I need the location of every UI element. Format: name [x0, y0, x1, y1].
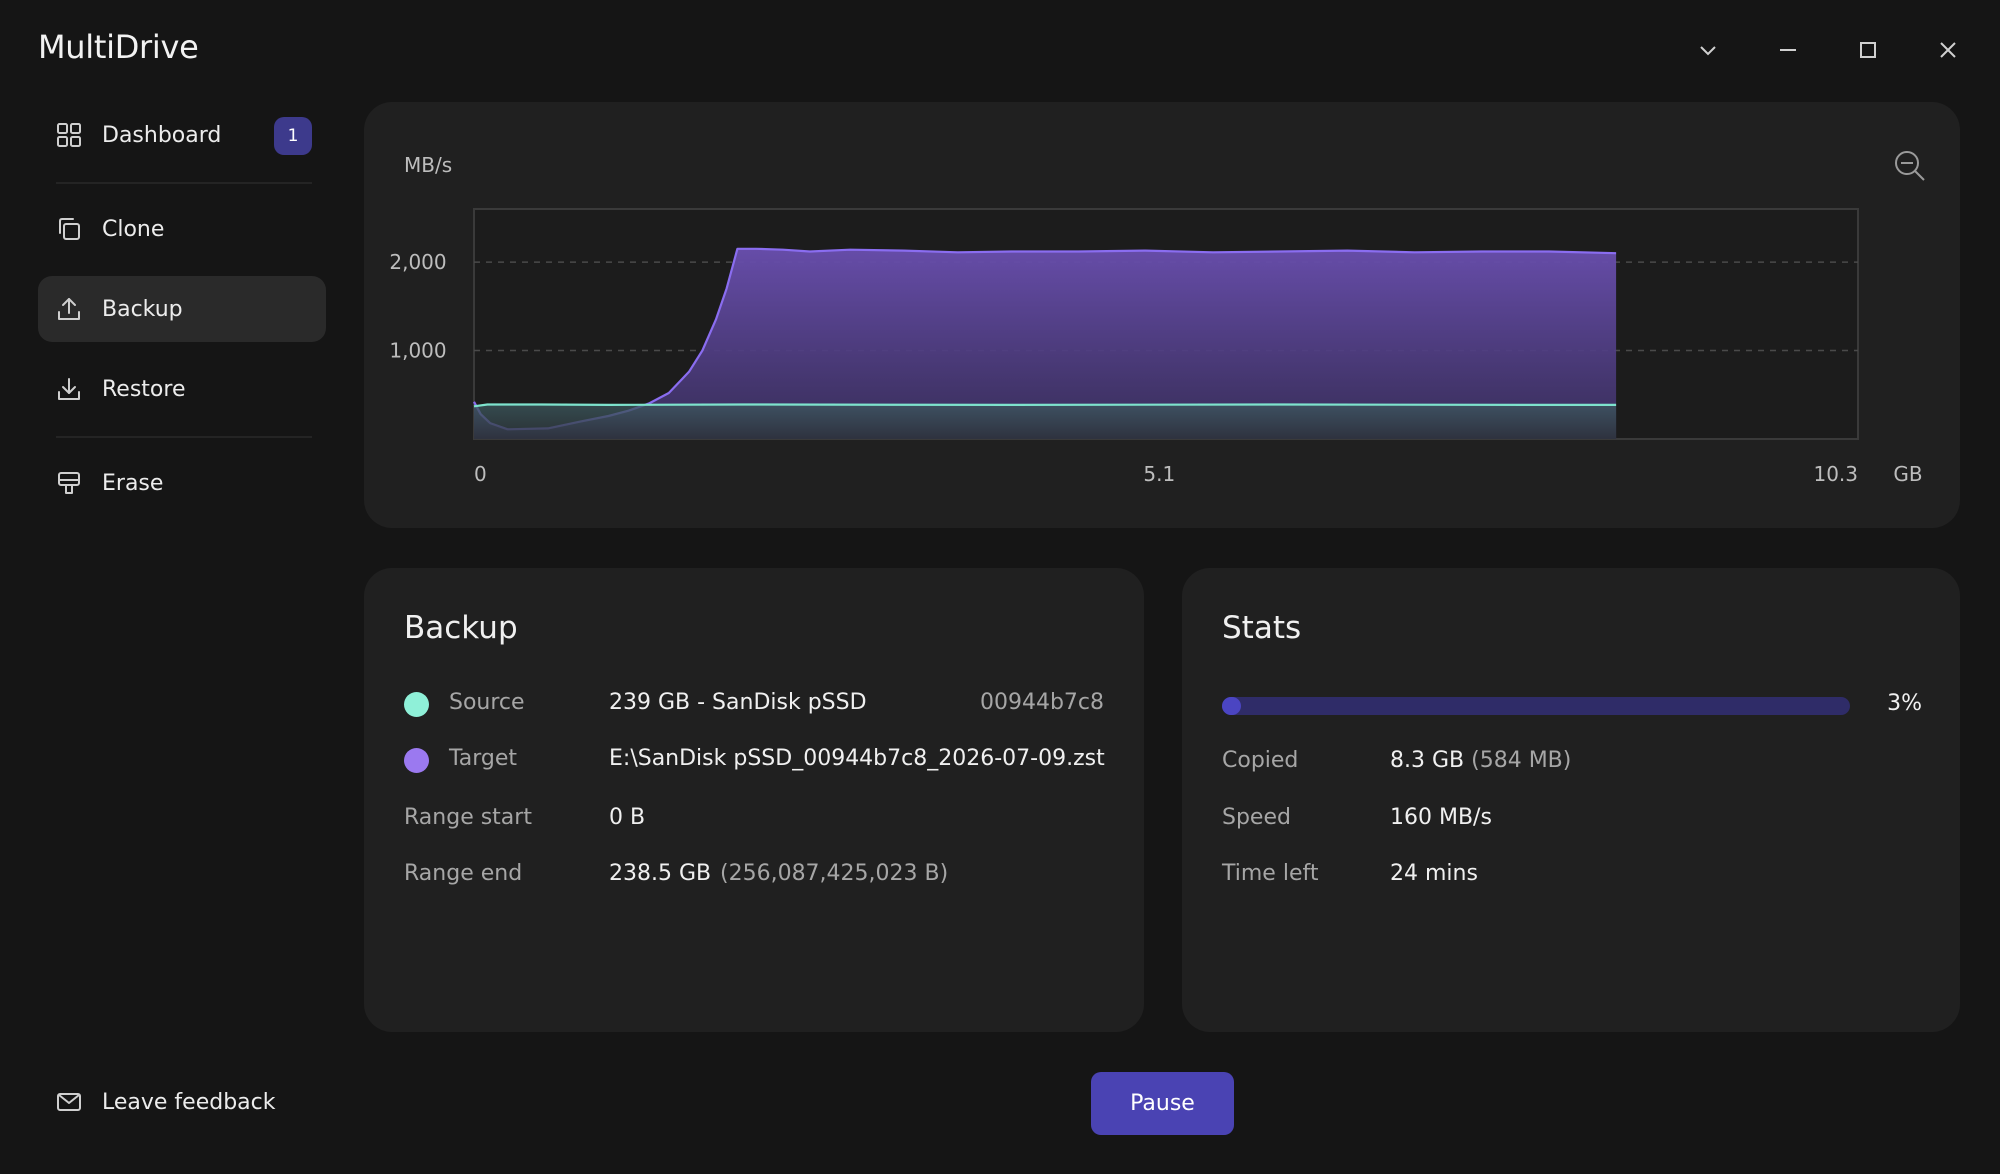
y-tick-label: 2,000 [389, 250, 446, 274]
dashboard-badge: 1 [274, 117, 312, 155]
backup-title: Backup [404, 610, 518, 646]
range-end-bytes: (256,087,425,023 B) [720, 861, 949, 886]
speed-value: 160 MB/s [1390, 805, 1492, 830]
source-dot [404, 692, 429, 717]
progress-fill [1222, 697, 1241, 715]
x-tick-label: 0 [474, 462, 487, 486]
close-icon[interactable] [1928, 30, 1968, 70]
dashboard-icon [54, 120, 84, 150]
sidebar-item-label: Restore [102, 376, 186, 402]
stats-title: Stats [1222, 610, 1302, 646]
mail-icon [54, 1087, 84, 1117]
source-label: Source [449, 690, 525, 715]
upload-icon [54, 294, 84, 324]
sidebar-item-label: Dashboard [102, 122, 222, 148]
sidebar-divider [56, 182, 312, 184]
copied-label: Copied [1222, 748, 1299, 773]
feedback-label: Leave feedback [102, 1089, 276, 1115]
throughput-chart: 1,000 2,000 0 5.1 10.3 GB [389, 208, 1923, 486]
pause-button[interactable]: Pause [1091, 1072, 1234, 1135]
leave-feedback-button[interactable]: Leave feedback [38, 1069, 326, 1135]
source-value: 239 GB - SanDisk pSSD [609, 690, 867, 715]
sidebar-item-label: Clone [102, 216, 165, 242]
range-end-value: 238.5 GB [609, 861, 712, 886]
target-label: Target [449, 746, 518, 771]
minimize-icon[interactable] [1768, 30, 1808, 70]
copied-extra: (584 MB) [1471, 748, 1572, 773]
download-icon [54, 374, 84, 404]
maximize-icon[interactable] [1848, 30, 1888, 70]
copy-icon [54, 214, 84, 244]
copied-value: 8.3 GB [1390, 748, 1465, 773]
x-axis-label: GB [1893, 462, 1922, 486]
x-tick-label: 5.1 [1143, 462, 1175, 486]
sidebar-item-label: Erase [102, 470, 164, 496]
progress-bar [1222, 697, 1850, 715]
app-title: MultiDrive [38, 28, 199, 66]
speed-label: Speed [1222, 805, 1291, 830]
time-left-label: Time left [1222, 861, 1319, 886]
target-dot [404, 748, 429, 773]
source-id: 00944b7c8 [979, 690, 1104, 715]
y-tick-label: 1,000 [389, 339, 446, 363]
range-start-value: 0 B [609, 805, 646, 830]
copied-value-group: 8.3 GB (584 MB) [1390, 748, 1571, 773]
sidebar-item-backup[interactable]: Backup [38, 276, 326, 342]
target-value: E:\SanDisk pSSD_00944b7c8_2026-07-09.zst [609, 746, 1105, 771]
sidebar-item-erase[interactable]: Erase [38, 450, 326, 516]
paint-brush-icon [54, 468, 84, 498]
sidebar-item-clone[interactable]: Clone [38, 196, 326, 262]
x-tick-label: 10.3 [1813, 462, 1858, 486]
series-area-teal [474, 404, 1617, 439]
sidebar-item-restore[interactable]: Restore [38, 356, 326, 422]
sidebar-divider [56, 436, 312, 438]
range-end-label: Range end [404, 861, 523, 886]
sidebar-item-label: Backup [102, 296, 183, 322]
progress-percent: 3% [1887, 691, 1922, 716]
range-start-label: Range start [404, 805, 532, 830]
time-left-value: 24 mins [1390, 861, 1478, 886]
chevron-down-icon[interactable] [1688, 30, 1728, 70]
